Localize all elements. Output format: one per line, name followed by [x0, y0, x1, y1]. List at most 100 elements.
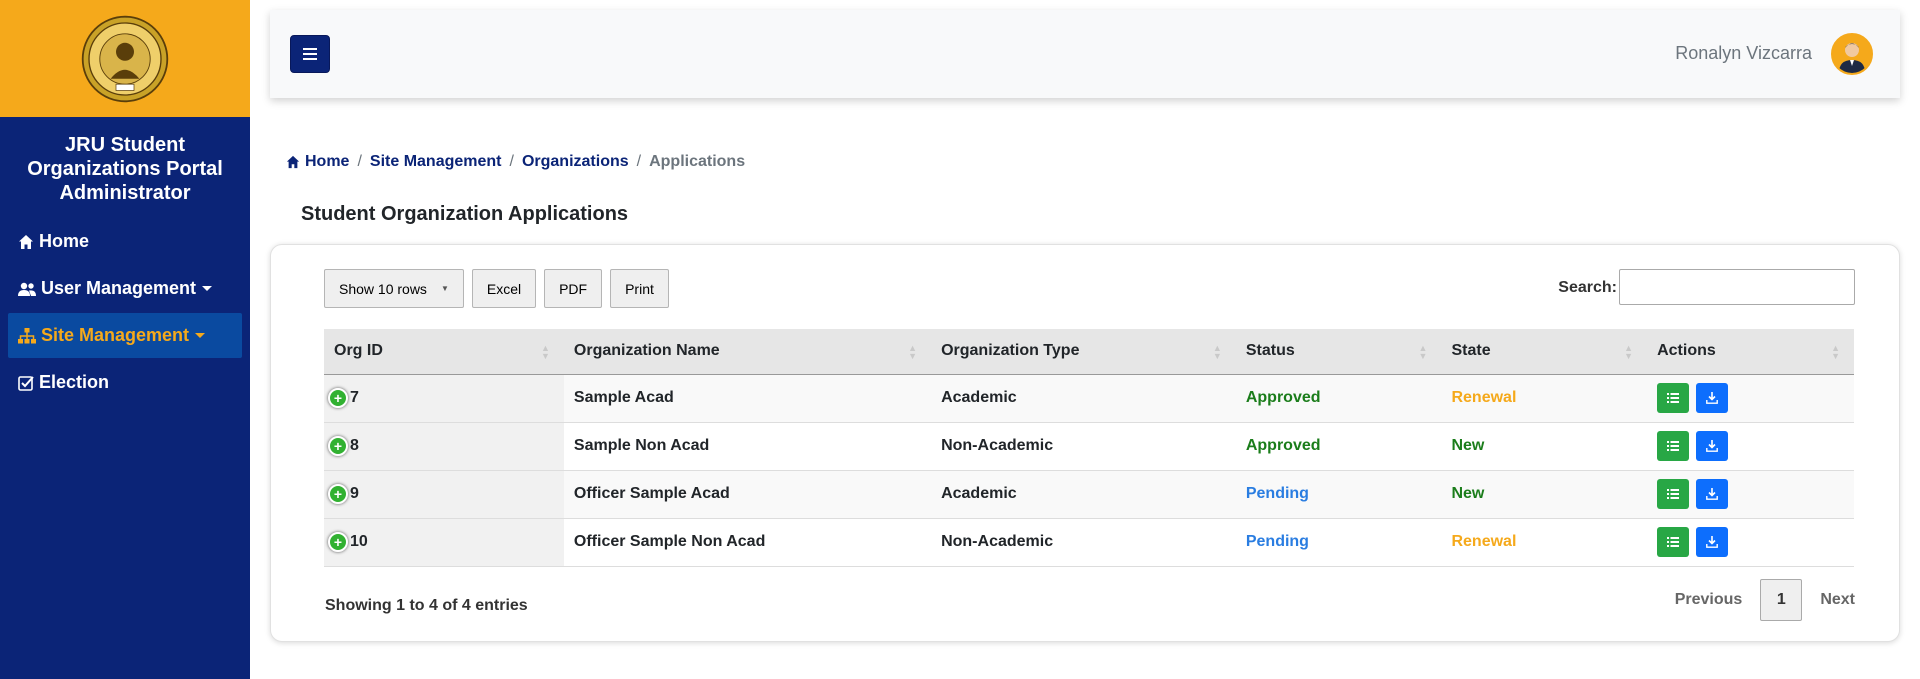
avatar[interactable]	[1831, 33, 1873, 75]
sidebar-item-label: User Management	[41, 278, 197, 298]
view-details-button[interactable]	[1657, 383, 1690, 413]
chevron-down-icon	[195, 333, 206, 338]
search-label: Search:	[1558, 279, 1617, 296]
show-rows-label: Show 10 rows	[339, 280, 427, 297]
download-icon	[1705, 392, 1718, 404]
view-details-button[interactable]	[1657, 479, 1690, 509]
actions-cell	[1647, 518, 1854, 567]
show-rows-button[interactable]: Show 10 rows ▼	[324, 269, 464, 308]
download-button[interactable]	[1695, 431, 1728, 461]
sidebar-item-user-management[interactable]: User Management	[8, 266, 242, 311]
column-header-label: Organization Name	[573, 342, 720, 360]
logo-area	[0, 0, 250, 117]
view-details-button[interactable]	[1657, 431, 1690, 461]
dropdown-arrow-icon: ▼	[440, 284, 449, 293]
search-input[interactable]	[1619, 269, 1855, 305]
sidebar-item-election[interactable]: Election	[8, 360, 242, 405]
sidebar-item-label: Site Management	[41, 325, 190, 345]
expand-row-icon[interactable]: +	[328, 388, 348, 408]
user-name[interactable]: Ronalyn Vizcarra	[1675, 43, 1812, 64]
breadcrumb-home-link[interactable]: Home	[305, 153, 349, 171]
org-name-cell: Sample Acad	[563, 374, 932, 423]
breadcrumb: Home / Site Management / Organizations /…	[286, 153, 745, 171]
expand-row-icon[interactable]: +	[328, 436, 348, 456]
home-icon	[286, 155, 300, 169]
sidebar-item-home[interactable]: Home	[8, 219, 242, 264]
org-type-cell: Non-Academic	[931, 422, 1236, 471]
list-icon	[1667, 489, 1680, 499]
chevron-down-icon	[202, 286, 213, 291]
column-header-label: Organization Type	[941, 342, 1080, 360]
download-button[interactable]	[1695, 479, 1728, 509]
state-cell: New	[1441, 470, 1648, 519]
table-info: Showing 1 to 4 of 4 entries	[325, 597, 528, 614]
sort-icon: ▲ ▼	[540, 343, 550, 361]
status-cell: Approved	[1235, 374, 1442, 423]
org-id-cell: +9	[324, 470, 564, 519]
expand-row-icon[interactable]: +	[328, 532, 348, 552]
sidebar-item-site-management[interactable]: Site Management	[8, 313, 242, 358]
sidebar-item-label: Home	[39, 231, 90, 251]
expand-row-icon[interactable]: +	[328, 484, 348, 504]
breadcrumb-organizations-link[interactable]: Organizations	[522, 153, 629, 171]
list-icon	[1667, 537, 1680, 547]
table-header-row: Org ID ▲ ▼ Organization Name ▲ ▼ Organizatio…	[324, 329, 1854, 375]
column-header-organization-type[interactable]: Organization Type ▲ ▼	[931, 329, 1236, 375]
column-header-org-id[interactable]: Org ID ▲ ▼	[324, 329, 564, 375]
sort-icon: ▲ ▼	[1624, 343, 1634, 361]
menu-icon	[303, 48, 317, 60]
table-row: +9 Officer Sample Acad Academic Pending …	[324, 470, 1854, 519]
sidebar-toggle-button[interactable]	[290, 35, 330, 73]
org-id-cell: +10	[324, 518, 564, 567]
user-avatar-icon	[1833, 35, 1871, 73]
previous-page-button[interactable]: Previous	[1657, 591, 1761, 609]
download-button[interactable]	[1695, 383, 1728, 413]
breadcrumb-current: Applications	[649, 153, 746, 170]
state-cell: Renewal	[1441, 374, 1648, 423]
org-type-cell: Academic	[931, 470, 1236, 519]
sidebar-nav: Home User Management Site Management Ele…	[0, 215, 250, 411]
actions-cell	[1647, 470, 1854, 519]
list-icon	[1667, 441, 1680, 451]
sitemap-icon	[18, 327, 36, 343]
org-name-cell: Sample Non Acad	[563, 422, 932, 471]
column-header-label: Status	[1245, 342, 1295, 360]
sort-icon: ▲ ▼	[1831, 343, 1840, 361]
breadcrumb-separator: /	[357, 153, 362, 170]
column-header-status[interactable]: Status ▲ ▼	[1235, 329, 1442, 375]
column-header-organization-name[interactable]: Organization Name ▲ ▼	[563, 329, 932, 375]
view-details-button[interactable]	[1657, 527, 1690, 557]
column-header-state[interactable]: State ▲ ▼	[1441, 329, 1648, 375]
org-name-cell: Officer Sample Acad	[563, 470, 932, 519]
status-cell: Approved	[1235, 422, 1442, 471]
portal-brand-title: JRU Student Organizations Portal Adminis…	[27, 134, 223, 204]
pagination: Previous 1 Next	[1657, 579, 1873, 621]
download-icon	[1705, 488, 1718, 500]
sort-icon: ▲ ▼	[908, 343, 918, 361]
column-header-actions[interactable]: Actions ▲ ▼	[1647, 329, 1854, 375]
sort-icon: ▲ ▼	[1212, 343, 1222, 361]
print-button[interactable]: Print	[610, 269, 669, 308]
sidebar: JRU Student Organizations Portal Adminis…	[0, 0, 250, 679]
org-id: 8	[350, 437, 359, 455]
excel-button[interactable]: Excel	[471, 269, 537, 308]
table-row: +7 Sample Acad Academic Approved Renewal	[324, 374, 1854, 423]
pdf-button[interactable]: PDF	[544, 269, 603, 308]
org-id: 7	[350, 389, 359, 407]
home-icon	[19, 234, 33, 249]
table-row: +10 Officer Sample Non Acad Non-Academic…	[324, 518, 1854, 567]
state-cell: Renewal	[1441, 518, 1648, 567]
page-title: Student Organization Applications	[301, 203, 629, 225]
checkbox-icon	[18, 375, 34, 391]
topbar: Ronalyn Vizcarra	[270, 10, 1900, 98]
org-id: 9	[350, 485, 359, 503]
list-icon	[1667, 393, 1680, 403]
breadcrumb-site-management-link[interactable]: Site Management	[370, 153, 502, 171]
download-button[interactable]	[1695, 527, 1728, 557]
page-1-button[interactable]: 1	[1760, 579, 1803, 621]
column-header-label: Org ID	[334, 342, 383, 360]
next-page-button[interactable]: Next	[1802, 591, 1873, 609]
org-id-cell: +7	[324, 374, 564, 423]
breadcrumb-separator: /	[636, 153, 642, 170]
breadcrumb-separator: /	[509, 153, 514, 170]
